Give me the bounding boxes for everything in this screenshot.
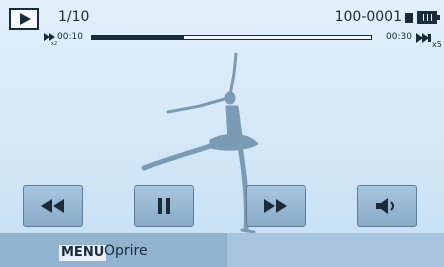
rewind-icon	[41, 199, 64, 213]
rewind-button[interactable]	[23, 185, 83, 227]
menu-action-label: Oprire	[104, 243, 148, 259]
pause-icon	[158, 198, 170, 214]
playback-progress-fill	[92, 36, 185, 39]
menu-key-label[interactable]: MENU	[59, 245, 107, 261]
rewind-indicator-icon: x2	[44, 33, 57, 45]
volume-icon	[376, 198, 394, 214]
speed-label: x5	[432, 40, 442, 49]
volume-button[interactable]	[357, 185, 417, 227]
fast-forward-button[interactable]	[246, 185, 306, 227]
elapsed-time: 00:10	[57, 32, 83, 42]
memory-card-icon	[405, 13, 413, 23]
battery-icon	[417, 11, 440, 24]
play-mode-icon	[9, 8, 39, 30]
playback-screen: 1/10 100-0001 x2 00:10 00:30 x5 MENU Opr…	[0, 0, 444, 267]
file-counter: 1/10	[58, 9, 90, 25]
fast-forward-icon	[264, 199, 287, 213]
pause-button[interactable]	[134, 185, 194, 227]
file-number: 100-0001	[334, 9, 402, 25]
total-time: 00:30	[386, 32, 412, 42]
